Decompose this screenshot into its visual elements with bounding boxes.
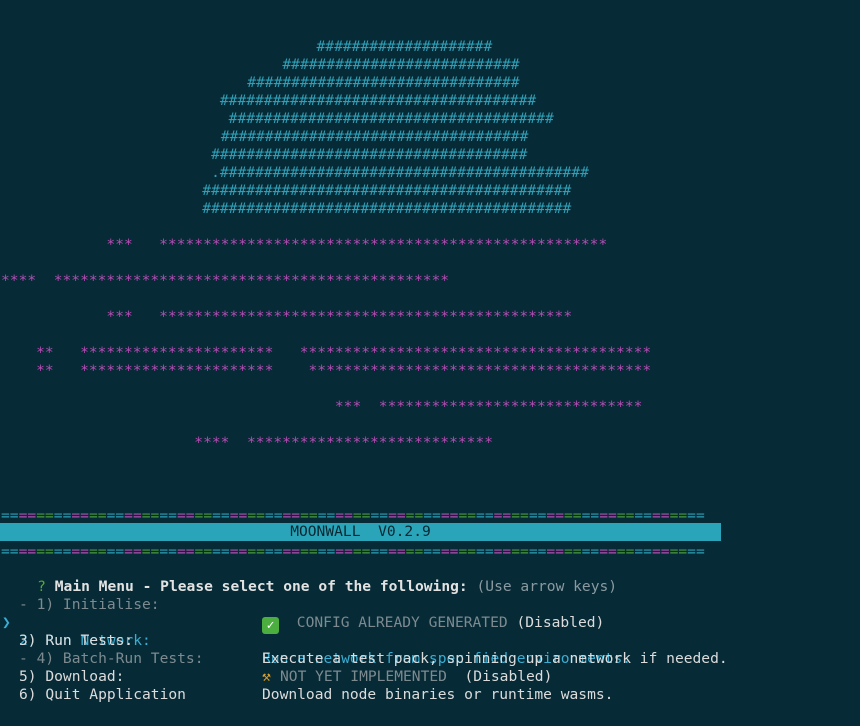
ascii-art-line: #################################### — [9, 146, 528, 163]
menu-item-run-tests[interactable]: 3) Run Tests: Execute a test pack, spinn… — [0, 614, 860, 667]
menu-item-batch-run-tests[interactable]: - 4) Batch-Run Tests: ⚒ NOT YET IMPLEMENT… — [0, 632, 860, 685]
ascii-art-line: ########################### — [10, 56, 520, 73]
ascii-art-line: .#######################################… — [9, 164, 589, 181]
menu-prompt: ? Main Menu - Please select one of the f… — [2, 560, 617, 595]
ascii-art-line: *** ************************************… — [1, 308, 573, 325]
menu-item-quit[interactable]: 6) Quit Application — [0, 668, 860, 703]
ascii-art-line: ############################### — [10, 74, 520, 91]
menu-item-initialise[interactable]: - 1) Initialise: ✓ CONFIG ALREADY GENERA… — [0, 578, 860, 634]
ascii-art-line: *** ****************************** — [1, 398, 643, 415]
ascii-art-line: **** ***********************************… — [1, 272, 450, 289]
ascii-art-line: ** ********************** **************… — [1, 362, 652, 379]
terminal-window: #################### ###################… — [0, 0, 860, 726]
menu-item-description: Download node binaries or runtime wasms. — [262, 686, 614, 703]
ascii-art-line: *** ************************************… — [1, 236, 608, 253]
menu-item-label: 6) Quit Application — [19, 686, 186, 703]
ascii-art-line: ##################################### — [9, 110, 554, 127]
ascii-art-line: **** **************************** — [1, 434, 494, 451]
ascii-art-line: ################################### — [10, 128, 529, 145]
menu-item-run-network[interactable]: ❯ 2) Run Network: Run a network from spe… — [0, 596, 860, 667]
ascii-art-line: ########################################… — [9, 200, 572, 217]
separator-line-bottom: ========================================… — [1, 543, 705, 560]
ascii-art-line: #################################### — [9, 92, 537, 109]
app-title-banner: MOONWALL V0.2.9 — [0, 523, 721, 541]
ascii-art-line: ########################################… — [9, 182, 572, 199]
menu-item-download[interactable]: 5) Download: Download node binaries or r… — [0, 650, 860, 703]
ascii-art-line: ** ********************** **************… — [1, 344, 652, 361]
ascii-art-line: #################### — [9, 38, 493, 55]
